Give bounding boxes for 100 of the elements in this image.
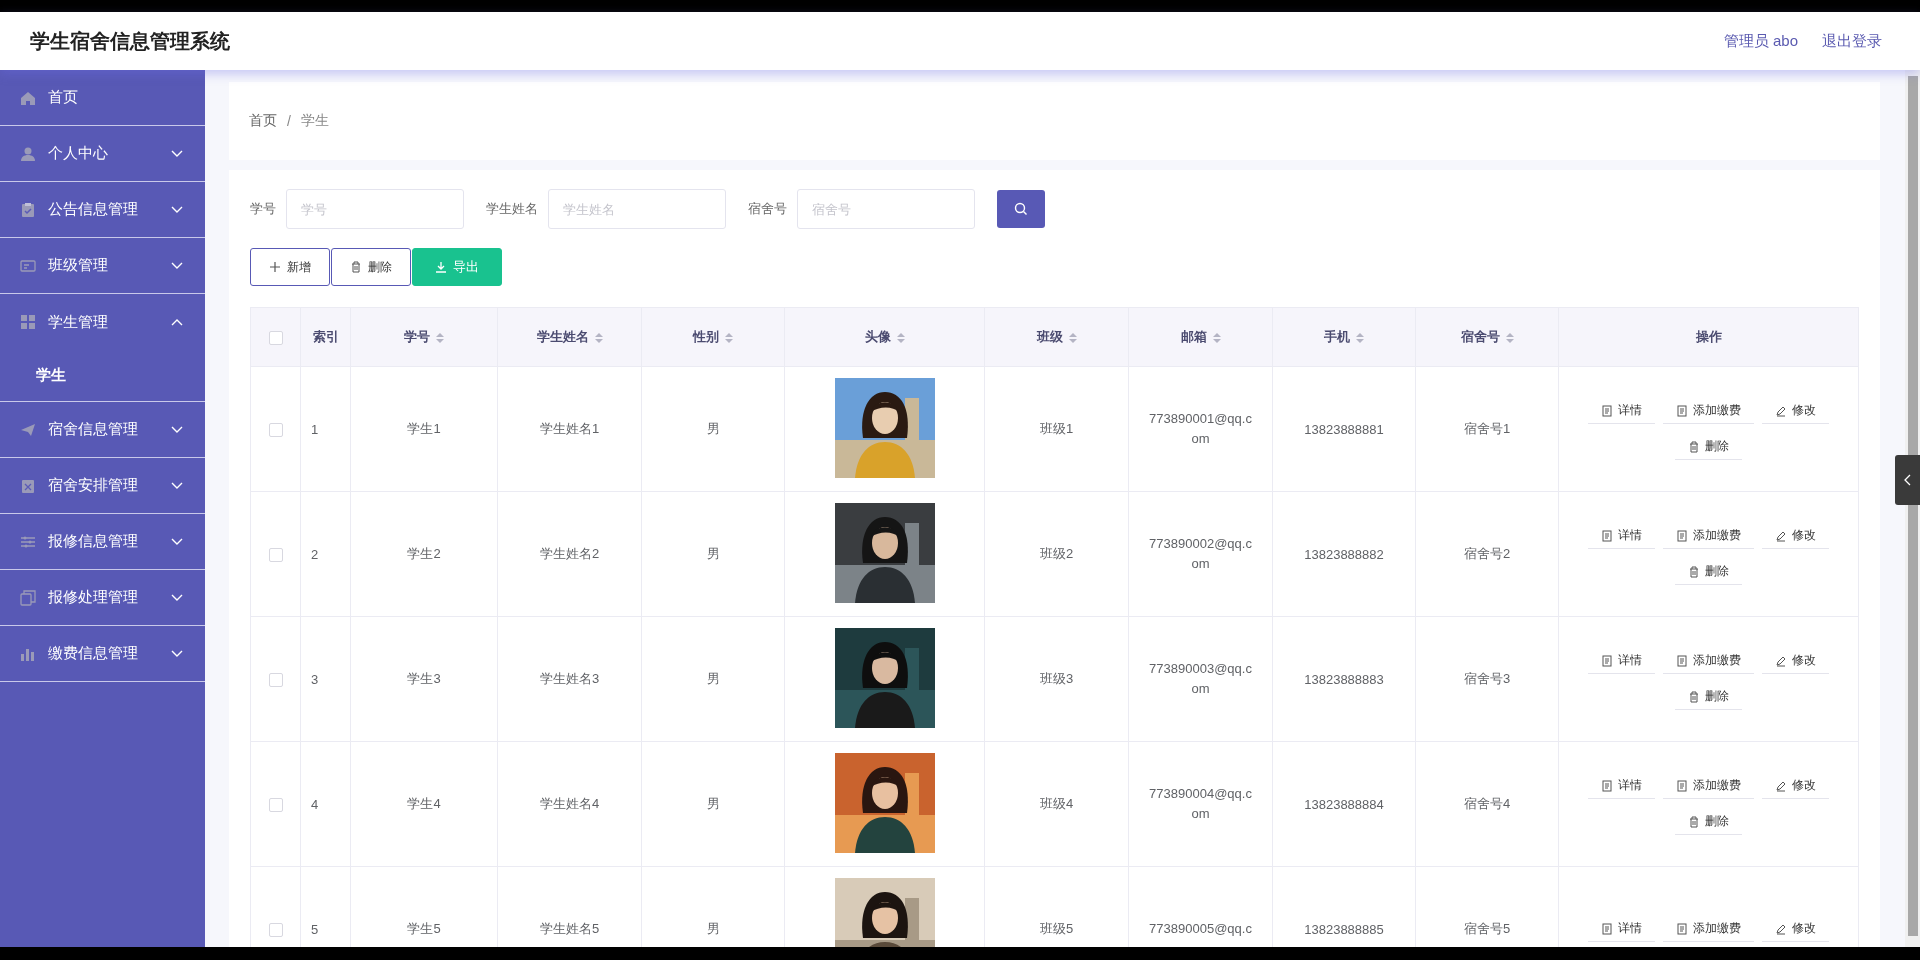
chevron-down-icon [171,425,183,434]
table-cell: 学生5 [407,920,441,938]
checkbox[interactable] [268,547,283,562]
search-field[interactable]: 宿舍号 [797,189,975,229]
chevron-down-icon [171,649,183,658]
copy-icon [20,589,36,606]
table-cell: 13823888884 [1304,796,1384,812]
chevron-down-icon [171,481,183,490]
search-button[interactable] [997,190,1045,228]
sidebar-item[interactable]: 宿舍安排管理 [0,458,205,514]
checkbox[interactable] [268,797,283,812]
breadcrumb-item[interactable]: 首页 [249,112,277,130]
document-icon [1601,404,1613,417]
add-fee-button[interactable]: 添加缴费 [1663,648,1754,674]
edit-button[interactable]: 修改 [1762,773,1829,799]
detail-button[interactable]: 详情 [1588,916,1655,942]
edit-button[interactable]: 修改 [1762,648,1829,674]
chevron-down-icon [171,593,183,602]
sidebar-item[interactable]: 学生管理 [0,294,205,350]
add-fee-button[interactable]: 添加缴费 [1663,398,1754,424]
pencil-icon [1775,922,1787,935]
checkbox[interactable] [268,422,283,437]
table-cell: 学生4 [407,795,441,813]
column-header[interactable]: 学号 [404,328,430,346]
document-icon [1601,779,1613,792]
table-cell: 男 [706,795,720,813]
app-title: 学生宿舍信息管理系统 [30,28,231,54]
user-label: 管理员 abo [1723,31,1798,51]
chevron-down-icon [171,537,183,546]
document-icon [1676,779,1688,792]
grid-icon [20,314,36,330]
column-header[interactable]: 手机 [1324,328,1350,346]
document-icon [1676,529,1688,542]
add-fee-button[interactable]: 添加缴费 [1663,916,1754,942]
table-cell: 13823888883 [1304,671,1384,687]
sidebar-item[interactable]: 缴费信息管理 [0,626,205,682]
table-cell: 学生3 [407,670,441,688]
table-cell: 宿舍号1 [1463,420,1511,438]
column-header[interactable]: 班级 [1036,328,1063,346]
sidebar-item[interactable]: 公告信息管理 [0,182,205,238]
sidebar-item[interactable]: 个人中心 [0,126,205,182]
table-cell: 宿舍号3 [1463,670,1511,688]
table-cell: 学生姓名1 [539,420,600,438]
document-icon [1601,922,1613,935]
add-fee-button[interactable]: 添加缴费 [1663,773,1754,799]
table-cell: 班级1 [1039,420,1074,438]
add-button[interactable]: 新增 [250,248,330,286]
table-cell-text: 773890001@qq.com [1148,410,1253,448]
edit-button[interactable]: 修改 [1762,398,1829,424]
table-cell: 班级3 [1039,670,1074,688]
detail-button[interactable]: 详情 [1588,398,1655,424]
delete-button[interactable]: 删除 [1675,434,1742,460]
edit-button[interactable]: 修改 [1762,523,1829,549]
sidebar-item[interactable]: 首页 [0,70,205,126]
sidebar-item[interactable]: 班级管理 [0,238,205,294]
table-cell: 13823888885 [1304,921,1384,937]
user-icon [20,145,36,162]
home-icon [20,89,36,106]
chevron-down-icon [171,149,183,158]
edit-button[interactable]: 修改 [1762,916,1829,942]
delete-button[interactable]: 删除 [1675,559,1742,585]
search-field[interactable]: 学号 [286,189,464,229]
add-fee-button[interactable]: 添加缴费 [1663,523,1754,549]
column-header[interactable]: 头像 [864,328,891,346]
column-header[interactable]: 学生姓名 [536,328,589,346]
sidebar-item[interactable]: 报修处理管理 [0,570,205,626]
table-cell-text: 773890003@qq.com [1148,660,1253,698]
clipboard-icon [20,201,36,218]
table-cell: 班级5 [1039,920,1074,938]
column-header[interactable]: 宿舍号 [1460,328,1500,346]
chevron-up-icon [171,317,183,327]
field-label: 学号 [250,200,276,218]
pencil-icon [1775,654,1787,667]
table-cell: 班级4 [1039,795,1074,813]
delete-button[interactable]: 删除 [1675,809,1742,835]
trash-icon [1688,440,1700,453]
column-header[interactable]: 邮箱 [1180,328,1207,346]
table-cell: 2 [311,546,319,562]
table-cell: 4 [311,796,319,812]
card-icon [20,257,36,274]
detail-button[interactable]: 详情 [1588,648,1655,674]
delete-button[interactable]: 删除 [331,248,411,286]
document-icon [1676,654,1688,667]
scrollbar-thumb[interactable] [1907,76,1918,936]
sidebar-item[interactable]: 宿舍信息管理 [0,402,205,458]
checkbox[interactable] [268,672,283,687]
sidebar-item[interactable]: 报修信息管理 [0,514,205,570]
table-cell: 宿舍号4 [1463,795,1511,813]
collapse-button[interactable] [1895,455,1920,505]
table-cell-text: 773890004@qq.com [1148,785,1253,823]
sidebar-subitem[interactable]: 学生 [0,350,205,402]
logout-link[interactable]: 退出登录 [1822,31,1882,51]
column-header: 索引 [312,328,339,346]
checkbox[interactable] [268,330,283,345]
detail-button[interactable]: 详情 [1588,523,1655,549]
detail-button[interactable]: 详情 [1588,773,1655,799]
delete-button[interactable]: 删除 [1675,684,1742,710]
checkbox[interactable] [268,922,283,937]
table-cell: 学生1 [407,420,441,438]
column-header[interactable]: 性别 [693,328,719,346]
